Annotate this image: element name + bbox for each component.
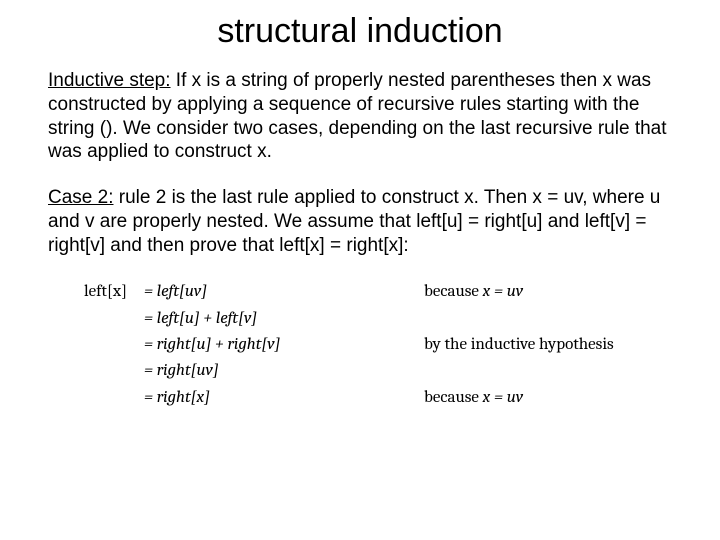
case2-text: rule 2 is the last rule applied to const…	[48, 187, 660, 256]
proof-eq: = right[uv]	[144, 358, 344, 384]
proof-row: = left[u] + left[v]	[84, 306, 672, 332]
proof-reason: by the inductive hypothesis	[344, 332, 672, 358]
slide: structural induction Inductive step: If …	[0, 0, 720, 540]
proof-row: = right[uv]	[84, 358, 672, 384]
inductive-step-label: Inductive step:	[48, 70, 171, 91]
inductive-step-paragraph: Inductive step: If x is a string of prop…	[48, 69, 672, 164]
case2-label: Case 2:	[48, 187, 113, 208]
proof-eq: = right[x]	[144, 385, 344, 411]
proof-row: = right[u] + right[v] by the inductive h…	[84, 332, 672, 358]
proof-eq: = right[u] + right[v]	[144, 332, 344, 358]
proof-block: left[x] = left[uv] because x = uv = left…	[84, 279, 672, 411]
proof-reason: because x = uv	[344, 279, 672, 305]
proof-eq: = left[uv]	[144, 279, 344, 305]
proof-lhs: left[x]	[84, 279, 144, 305]
proof-row: left[x] = left[uv] because x = uv	[84, 279, 672, 305]
proof-eq: = left[u] + left[v]	[144, 306, 344, 332]
case2-paragraph: Case 2: rule 2 is the last rule applied …	[48, 186, 672, 257]
proof-reason: because x = uv	[344, 385, 672, 411]
proof-row: = right[x] because x = uv	[84, 385, 672, 411]
slide-title: structural induction	[48, 12, 672, 51]
